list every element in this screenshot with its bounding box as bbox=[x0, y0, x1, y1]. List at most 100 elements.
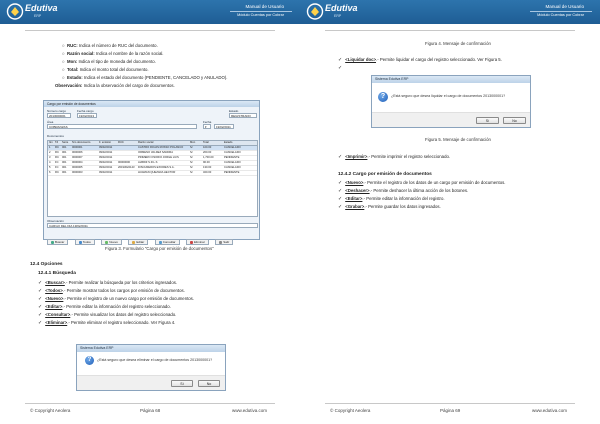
question-icon: ? bbox=[378, 92, 388, 102]
col-mon: Mon bbox=[190, 141, 196, 144]
liquidar-confirm-dialog: Sistema Edutiva ERP ? ¿Está seguro que d… bbox=[371, 75, 531, 128]
fecha2-dropdown[interactable]: ▾ bbox=[203, 124, 211, 129]
option-nuevo: ✓ <Nuevo>.- Permite el registro de un nu… bbox=[38, 296, 195, 302]
cell-razon: CASTRO ROJAS ROSSO POLANCO bbox=[138, 146, 184, 149]
col-estado: Estado bbox=[224, 141, 233, 144]
col-total: Total bbox=[203, 141, 209, 144]
cell-serie: 001 bbox=[62, 156, 67, 159]
cell-femision: 09/02/2011 bbox=[99, 161, 113, 164]
editar-button[interactable]: Editar bbox=[128, 239, 149, 245]
cell-mon: S/. bbox=[190, 171, 194, 174]
section-heading: 12.4 Opciones bbox=[30, 262, 63, 267]
brand-name: Edutiva bbox=[325, 3, 358, 13]
cell-femision: 09/02/2011 bbox=[99, 151, 113, 154]
fecha2-field[interactable]: 19/02/2011 bbox=[214, 124, 234, 129]
bullet-estado: ○ Estado: Indica el estado del documento… bbox=[62, 75, 228, 80]
page-header: Edutiva ERP Manual de Usuario Módulo Cue… bbox=[300, 0, 600, 24]
edit-icon bbox=[132, 240, 136, 244]
header-rule bbox=[325, 30, 575, 31]
option-liquidar: ✓ <Liquidar doc>.- Permite liquidar el c… bbox=[338, 57, 502, 63]
footer-site: www.edutiva.com bbox=[232, 408, 268, 413]
cell-total: 100.00 bbox=[203, 146, 212, 149]
question-icon: ? bbox=[85, 356, 94, 365]
form-toolbar: Buscar Todos Nuevo Editar Consultar Elim… bbox=[47, 230, 256, 245]
table-row[interactable]: 6 RC 001 0000003 09/02/2011 HUAMAN QUEZADA HE… bbox=[48, 171, 257, 176]
cell-total: 130.00 bbox=[203, 166, 212, 169]
form-title: Cargo por emisión de documentos bbox=[44, 101, 259, 107]
check-icon: ✓ bbox=[38, 312, 43, 318]
fecha-field[interactable]: 19/02/2013 bbox=[77, 113, 97, 118]
cell-mon: S/. bbox=[190, 166, 194, 169]
cell-mon: S/. bbox=[190, 146, 194, 149]
check-icon: ✓ bbox=[338, 57, 343, 63]
buscar-button[interactable]: Buscar bbox=[47, 239, 69, 245]
cell-estado: CANCELADO bbox=[224, 151, 241, 154]
cell-razon: ALBRIZ S.R.L.S bbox=[138, 161, 158, 164]
cell-total: 200.00 bbox=[203, 151, 212, 154]
cell-femision: 09/02/2011 bbox=[99, 171, 113, 174]
nuevo-button[interactable]: Nuevo bbox=[101, 239, 122, 245]
cell-razon: DISCUREROS EXIORES S.A. bbox=[138, 166, 175, 169]
cell-mon: S/. bbox=[190, 161, 194, 164]
cell-nro: 0000001 bbox=[72, 146, 83, 149]
dialog-message: ¿Está seguro que desea eliminar el cargo… bbox=[97, 358, 213, 362]
todos-button[interactable]: Todos bbox=[74, 239, 95, 245]
module-title: Módulo Cuentas por Cobrar bbox=[237, 13, 284, 17]
cell-estado: CANCELADO bbox=[224, 161, 241, 164]
documents-grid: Ítm Td Serie Nro documento F. emisión RU… bbox=[47, 140, 258, 217]
option-deshacer: ✓ <Deshacer>.- Permite deshacer la últim… bbox=[338, 188, 469, 194]
edutiva-logo-icon bbox=[6, 3, 24, 20]
footer-rule bbox=[25, 403, 275, 404]
cell-td: RC bbox=[55, 156, 59, 159]
cell-femision: 09/02/2011 bbox=[99, 146, 113, 149]
check-icon: ✓ bbox=[338, 180, 343, 186]
check-icon: ✓ bbox=[338, 65, 343, 71]
cell-nro: 0000005 bbox=[72, 166, 83, 169]
cell-total: 1,700.00 bbox=[203, 156, 214, 159]
cell-razon: HUAMAN QUEZADA HECTOR bbox=[138, 171, 176, 174]
subsection-heading: 12.4.1 Búsqueda bbox=[38, 271, 76, 276]
view-icon bbox=[158, 240, 162, 244]
figure-5-caption: Figura 5. Mensaje de confirmación bbox=[425, 137, 491, 142]
col-nro: Nro documento bbox=[72, 141, 91, 144]
page-header: Edutiva ERP Manual de Usuario Módulo Cue… bbox=[0, 0, 300, 24]
check-icon: ✓ bbox=[338, 196, 343, 202]
yes-button[interactable]: Sí bbox=[476, 117, 499, 124]
obs-field[interactable]: CARGO DEL DIA 19/02/2011 bbox=[47, 223, 258, 228]
col-td: Td bbox=[55, 141, 59, 144]
header-divider bbox=[230, 11, 292, 12]
eliminar-button[interactable]: Eliminar bbox=[185, 239, 209, 245]
bullet-mon: ○ Mon: Indica el tipo de moneda del docu… bbox=[62, 59, 156, 64]
no-button[interactable]: No bbox=[503, 117, 526, 124]
salir-button[interactable]: Salir bbox=[215, 239, 234, 245]
yes-button[interactable]: Sí bbox=[171, 380, 193, 387]
bullet-razon: ○ Razón social: Indica el nombre de la r… bbox=[62, 51, 164, 56]
list-icon bbox=[78, 240, 82, 244]
area-field[interactable]: COBRANZAS bbox=[47, 124, 197, 129]
cell-serie: 001 bbox=[62, 161, 67, 164]
footer-copyright: © Copyright Aeolera bbox=[330, 408, 371, 413]
cell-ruc: 20193022143 bbox=[118, 166, 135, 169]
bullet-ruc: ○ RUC: Indica el número de RUC del docum… bbox=[62, 43, 158, 48]
footer-page: Página 69 bbox=[440, 408, 461, 413]
cell-ruc: 00000000 bbox=[118, 161, 130, 164]
cell-nro: 0000007 bbox=[72, 156, 83, 159]
grid-title: Documentos bbox=[47, 134, 64, 138]
numero-field[interactable]: 2013000001 bbox=[47, 113, 71, 118]
cell-ruc bbox=[117, 171, 137, 175]
footer-rule bbox=[325, 403, 575, 404]
option-eliminar: ✓ <Eliminar>.- Permite eliminar el regis… bbox=[38, 320, 176, 326]
option-todos: ✓ <Todos>.- Permite mostrar todos los ca… bbox=[38, 288, 185, 294]
cell-femision: 09/02/2011 bbox=[99, 156, 113, 159]
brand-name: Edutiva bbox=[25, 3, 58, 13]
check-icon: ✓ bbox=[38, 280, 43, 286]
observacion-line: Observación: Indica la observación del c… bbox=[55, 83, 175, 88]
estado-field[interactable]: REGISTRADO bbox=[229, 113, 257, 118]
no-button[interactable]: No bbox=[198, 380, 220, 387]
consultar-button[interactable]: Consultar bbox=[154, 239, 180, 245]
option-nuevo: ✓ <Nuevo>.- Permite el registro de los d… bbox=[338, 180, 506, 186]
cell-nro: 0000003 bbox=[72, 171, 83, 174]
footer-site: www.edutiva.com bbox=[532, 408, 568, 413]
col-razon: Razón social bbox=[138, 141, 154, 144]
subsection-heading: 12.4.2 Cargo por emisión de documentos bbox=[338, 172, 432, 177]
